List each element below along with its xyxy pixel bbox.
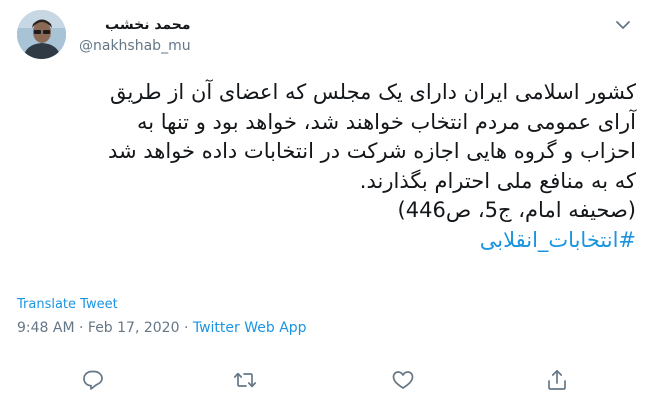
meta-separator: ·: [179, 320, 193, 336]
hashtag-link[interactable]: #انتخابات_انقلابی: [480, 228, 636, 252]
tweet-text-line: آرای عمومی مردم انتخاب خواهند شد، خواهد …: [136, 109, 636, 134]
user-info: محمد نخشب @nakhshab_mu: [79, 15, 191, 56]
tweet-text-line: (صحیفه امام، ج5، ص446): [397, 198, 636, 222]
display-name[interactable]: محمد نخشب: [79, 15, 191, 35]
tweet-actions: [0, 367, 652, 397]
tweet-time[interactable]: 9:48 AM: [17, 320, 75, 336]
tweet-meta: 9:48 AM · Feb 17, 2020 · Twitter Web App: [17, 320, 307, 336]
tweet-text-line: کشور اسلامی ایران دارای یک مجلس که اعضای…: [109, 80, 636, 104]
tweet-header: محمد نخشب @nakhshab_mu: [17, 10, 642, 62]
avatar[interactable]: [17, 10, 66, 59]
user-handle[interactable]: @nakhshab_mu: [79, 36, 191, 56]
tweet-source-link[interactable]: Twitter Web App: [193, 320, 307, 336]
translate-tweet-link[interactable]: Translate Tweet: [17, 297, 118, 312]
tweet-text: کشور اسلامی ایران دارای یک مجلس که اعضای…: [18, 78, 636, 255]
reply-icon[interactable]: [80, 367, 106, 393]
tweet-text-line: که به منافع ملی احترام بگذارند.: [359, 168, 636, 193]
share-icon[interactable]: [544, 367, 570, 393]
hashtag-line: #انتخابات_انقلابی: [18, 226, 636, 256]
tweet-date[interactable]: Feb 17, 2020: [88, 320, 180, 336]
tweet-text-line: احزاب و گروه هایی اجازه شرکت در انتخابات…: [107, 139, 636, 163]
retweet-icon[interactable]: [232, 367, 258, 393]
heart-icon[interactable]: [390, 367, 416, 393]
tweet-card: محمد نخشب @nakhshab_mu کشور اسلامی ایران…: [0, 0, 652, 407]
meta-separator: ·: [74, 320, 88, 336]
chevron-down-icon[interactable]: [613, 15, 633, 35]
user-avatar-icon: [17, 10, 66, 59]
